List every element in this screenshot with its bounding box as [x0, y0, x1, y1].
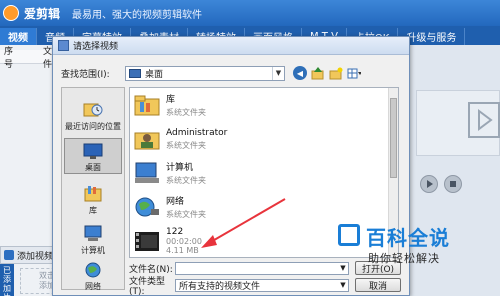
app-slogan: 最易用、强大的视频剪辑软件 — [72, 9, 203, 21]
dialog-title: 请选择视频 — [73, 42, 119, 52]
look-in-label: 查找范围(I): — [61, 69, 110, 80]
preview-area — [416, 90, 500, 156]
play-button[interactable] — [420, 175, 438, 193]
network-icon — [85, 262, 101, 278]
filetype-select[interactable]: 所有支持的视频文件 ▼ — [175, 278, 349, 292]
watermark-subtitle: 助你轻松解决 — [368, 252, 440, 265]
place-label: 库 — [89, 206, 97, 215]
place-computer[interactable]: 计算机 — [64, 220, 122, 256]
place-network[interactable]: 网络 — [64, 256, 122, 292]
stop-icon — [450, 181, 456, 187]
item-type: 系统文件夹 — [166, 176, 206, 185]
look-in-dropdown[interactable]: 桌面 ▼ — [125, 65, 285, 81]
desktop-icon — [83, 143, 103, 159]
look-in-row: 查找范围(I): 桌面 ▼ ◀ — [61, 65, 401, 81]
list-item[interactable]: 计算机 系统文件夹 — [133, 158, 206, 188]
watermark-title: 百科全说 — [366, 226, 450, 250]
item-name: 计算机 — [166, 163, 194, 173]
up-folder-icon — [311, 66, 324, 79]
dialog-app-icon — [58, 40, 69, 51]
add-icon — [4, 250, 14, 260]
stop-button[interactable] — [444, 175, 462, 193]
filetype-value: 所有支持的视频文件 — [179, 281, 261, 292]
places-bar: 最近访问的位置 桌面 库 计算机 网络 — [61, 87, 125, 292]
place-recent[interactable]: 最近访问的位置 — [64, 96, 122, 132]
tab-video[interactable]: 视频 — [0, 28, 37, 45]
chevron-down-icon: ▼ — [340, 281, 346, 289]
add-video-label: 添加视频 — [17, 251, 54, 262]
watermark: 百科全说 助你轻松解决 — [338, 220, 500, 278]
desktop-icon — [129, 68, 141, 78]
annotation-arrow — [201, 198, 286, 248]
view-menu-button[interactable] — [347, 66, 361, 80]
app-column-headers: 序号 文件 — [0, 47, 60, 70]
scrollbar-thumb[interactable] — [390, 98, 397, 178]
libraries-icon — [84, 186, 102, 202]
play-icon — [427, 180, 433, 188]
app-name: 爱剪辑 — [24, 6, 61, 21]
item-name: 库 — [166, 95, 176, 105]
back-button[interactable]: ◀ — [293, 66, 307, 80]
add-video-button[interactable]: 添加视频 — [0, 246, 60, 264]
new-folder-button[interactable] — [329, 66, 343, 80]
new-folder-icon — [329, 67, 343, 79]
recent-places-icon — [83, 103, 103, 117]
app-logo-icon — [3, 5, 19, 21]
libraries-folder-icon — [134, 95, 160, 116]
network-icon — [135, 197, 159, 217]
item-name: Administrator — [166, 127, 228, 138]
place-label: 最近访问的位置 — [65, 122, 121, 131]
chevron-down-icon: ▼ — [272, 66, 284, 80]
list-item[interactable]: Administrator 系统文件夹 — [133, 124, 227, 154]
list-item[interactable]: 库 系统文件夹 — [133, 90, 206, 120]
dialog-title-bar: 请选择视频 — [53, 37, 409, 55]
film-placeholder-icon — [468, 102, 500, 138]
place-libraries[interactable]: 库 — [64, 180, 122, 216]
filetype-label: 文件类型(T): — [129, 276, 166, 296]
place-label: 桌面 — [85, 163, 101, 172]
video-file-icon — [135, 232, 159, 251]
up-folder-button[interactable] — [311, 66, 325, 80]
added-clips-side-tab[interactable]: 已添加片段 — [0, 264, 14, 296]
list-item-video[interactable]: 122 00:02:00 4.11 MB — [133, 224, 202, 257]
cancel-button[interactable]: 取消 — [355, 278, 401, 292]
place-label: 计算机 — [81, 246, 105, 255]
computer-icon — [84, 225, 102, 241]
item-type: 系统文件夹 — [166, 140, 206, 150]
computer-icon — [135, 162, 159, 183]
column-header-index: 序号 — [4, 46, 14, 70]
filetype-row: 文件类型(T): 所有支持的视频文件 ▼ 取消 — [129, 277, 401, 296]
look-in-value: 桌面 — [145, 69, 164, 80]
watermark-logo-icon — [338, 224, 360, 246]
place-label: 网络 — [85, 282, 101, 291]
place-desktop[interactable]: 桌面 — [64, 138, 122, 174]
item-type: 系统文件夹 — [166, 108, 206, 117]
app-title-bar: 爱剪辑 最易用、强大的视频剪辑软件 — [0, 0, 500, 26]
user-folder-icon — [134, 132, 160, 150]
filename-input[interactable]: ▼ — [175, 261, 349, 275]
view-menu-icon — [347, 68, 361, 78]
